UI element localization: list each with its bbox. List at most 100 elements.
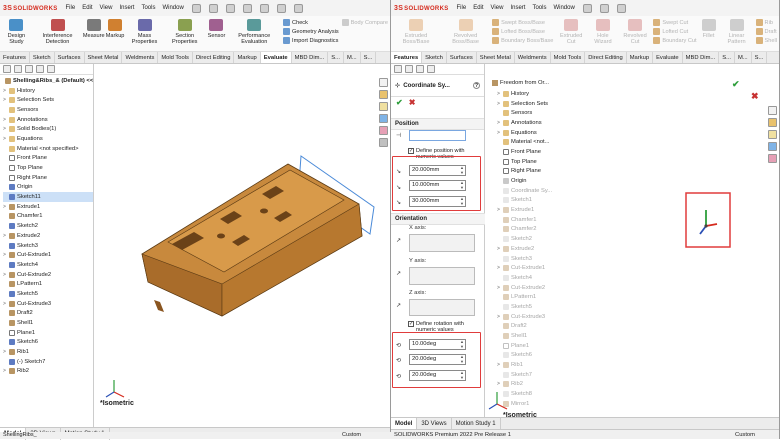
tab-weldments[interactable]: Weldments: [122, 52, 159, 63]
tree-item-sketch4[interactable]: Sketch4: [497, 273, 552, 283]
part-model[interactable]: [94, 64, 391, 415]
units-selector-left[interactable]: Custom: [342, 432, 361, 439]
tab-mbd-dim[interactable]: MBD Dim...: [683, 52, 720, 63]
tree-item-cut-extrude2[interactable]: > Cut-Extrude2: [3, 270, 93, 280]
tree-item-shell1[interactable]: Shell1: [497, 331, 552, 341]
tree-item-sketch4[interactable]: Sketch4: [3, 260, 93, 270]
position-section-header[interactable]: Position: [391, 118, 484, 130]
x-axis-selection-box[interactable]: [409, 234, 475, 252]
tab-sheet-metal[interactable]: Sheet Metal: [477, 52, 515, 63]
tree-item-front-plane[interactable]: Front Plane: [3, 154, 93, 164]
expand-arrow-icon[interactable]: >: [3, 368, 7, 374]
display-manager-icon[interactable]: [47, 65, 55, 73]
tree-item-sketch3[interactable]: Sketch3: [3, 241, 93, 251]
tree-item-top-plane[interactable]: Top Plane: [497, 157, 552, 167]
ribbon-hole-wizard-button[interactable]: Hole Wizard: [589, 19, 617, 45]
tree-item-rib1[interactable]: > Rib1: [3, 347, 93, 357]
property-manager-icon[interactable]: [14, 65, 22, 73]
ribbon-extruded-cut-button[interactable]: Extruded Cut: [556, 19, 586, 45]
tree-item-sketch7[interactable]: Sketch7: [497, 370, 552, 380]
expand-arrow-icon[interactable]: >: [3, 126, 7, 132]
tree-item-cut-extrude3[interactable]: > Cut-Extrude3: [3, 299, 93, 309]
y-axis-selection-box[interactable]: [409, 267, 475, 285]
resources-icon[interactable]: [379, 78, 388, 87]
expand-arrow-icon[interactable]: >: [497, 246, 501, 252]
home-icon[interactable]: [191, 3, 201, 13]
ribbon-extruded-boss-base-button[interactable]: Extruded Boss/Base: [393, 19, 439, 45]
ribbon-rib-button[interactable]: Rib: [755, 19, 777, 26]
expand-arrow-icon[interactable]: >: [497, 314, 501, 320]
z-axis-selection-box[interactable]: [409, 299, 475, 316]
origin-selection-box[interactable]: [409, 130, 466, 141]
ribbon-draft-button[interactable]: Draft: [755, 28, 777, 35]
custom-properties-icon[interactable]: [379, 138, 388, 147]
tree-item-history[interactable]: > History: [497, 89, 552, 99]
tree-item-extrude1[interactable]: > Extrude1: [497, 205, 552, 215]
expand-arrow-icon[interactable]: >: [3, 204, 7, 210]
ribbon-boundary-boss-base-button[interactable]: Boundary Boss/Base: [492, 37, 553, 44]
units-selector[interactable]: Custom: [735, 432, 755, 438]
cancel-button[interactable]: ✖: [409, 98, 416, 107]
menu-insert[interactable]: Insert: [510, 5, 525, 11]
bottom-tab-motion-study-1[interactable]: Motion Study 1: [452, 417, 501, 430]
expand-arrow-icon[interactable]: >: [3, 88, 7, 94]
tab-sheet-metal[interactable]: Sheet Metal: [85, 52, 123, 63]
confirm-corner-cancel-icon[interactable]: ✖: [751, 91, 759, 102]
help-icon[interactable]: ?: [473, 82, 480, 89]
tree-item-sketch1[interactable]: Sketch1: [497, 196, 552, 206]
ribbon-measure-button[interactable]: Measure: [83, 19, 105, 39]
expand-arrow-icon[interactable]: >: [3, 117, 7, 123]
tab-surfaces[interactable]: Surfaces: [55, 52, 85, 63]
orientation-section-header[interactable]: Orientation: [391, 213, 485, 225]
tree-item-chamfer1[interactable]: Chamfer1: [3, 212, 93, 222]
tree-item-draft2[interactable]: Draft2: [497, 322, 552, 332]
ribbon-section-properties-button[interactable]: Section Properties: [165, 19, 204, 45]
tree-item-top-plane[interactable]: Top Plane: [3, 163, 93, 173]
tab-markup[interactable]: Markup: [627, 52, 654, 63]
ribbon-swept-cut-button[interactable]: Swept Cut: [653, 19, 696, 26]
open-icon[interactable]: [616, 3, 626, 13]
tree-item-origin[interactable]: Origin: [497, 176, 552, 186]
tree-item-cut-extrude3[interactable]: > Cut-Extrude3: [497, 312, 552, 322]
tree-item-sensors[interactable]: Sensors: [3, 105, 93, 115]
tab-surfaces[interactable]: Surfaces: [447, 52, 477, 63]
dimxpert-icon[interactable]: [36, 65, 44, 73]
tab-features[interactable]: Features: [0, 52, 30, 63]
tree-item-chamfer1[interactable]: Chamfer1: [497, 215, 552, 225]
menu-window[interactable]: Window: [553, 5, 574, 11]
tab-evaluate[interactable]: Evaluate: [653, 52, 683, 63]
expand-arrow-icon[interactable]: >: [3, 136, 7, 142]
tree-item-equations[interactable]: > Equations: [3, 134, 93, 144]
resources-icon[interactable]: [768, 106, 777, 115]
tree-item-sketch2[interactable]: Sketch2: [3, 221, 93, 231]
menu-view[interactable]: View: [100, 5, 113, 11]
bottom-tab-model[interactable]: Model: [391, 417, 418, 430]
tab-s[interactable]: S...: [752, 52, 768, 63]
tree-item-sketch8[interactable]: Sketch8: [497, 389, 552, 399]
tab-weldments[interactable]: Weldments: [515, 52, 551, 63]
tab-s[interactable]: S...: [719, 52, 735, 63]
tree-item-origin[interactable]: Origin: [3, 183, 93, 193]
ribbon-markup-button[interactable]: Markup: [106, 19, 124, 39]
tab-evaluate[interactable]: Evaluate: [260, 52, 292, 63]
tree-item-solid-bodies-1[interactable]: > Solid Bodies(1): [3, 124, 93, 134]
ribbon-performance-evaluation-button[interactable]: Performance Evaluation: [228, 19, 280, 45]
ribbon-lofted-cut-button[interactable]: Lofted Cut: [653, 28, 696, 35]
tree-item-right-plane[interactable]: Right Plane: [497, 167, 552, 177]
tree-item-rib2[interactable]: > Rib2: [3, 367, 93, 377]
feature-manager-icon[interactable]: [3, 65, 11, 73]
configuration-manager-icon[interactable]: [416, 65, 424, 73]
undo-icon[interactable]: [276, 3, 286, 13]
ribbon-body-compare-button[interactable]: Body Compare: [341, 19, 388, 26]
tree-item-mirror1[interactable]: Mirror1: [497, 399, 552, 409]
save-icon[interactable]: [242, 3, 252, 13]
tab-m[interactable]: M...: [344, 52, 361, 63]
tab-mbd-dim[interactable]: MBD Dim...: [292, 52, 329, 63]
tree-item-selection-sets[interactable]: > Selection Sets: [497, 99, 552, 109]
ribbon-import-diagnostics-button[interactable]: Import Diagnostics: [283, 37, 339, 44]
tree-item-material-not-specified[interactable]: Material <not specified>: [3, 144, 93, 154]
print-icon[interactable]: [259, 3, 269, 13]
tree-item-sketch6[interactable]: Sketch6: [3, 338, 93, 348]
tree-item-sketch6[interactable]: Sketch6: [497, 351, 552, 361]
ribbon-revolved-cut-button[interactable]: Revolved Cut: [620, 19, 651, 45]
